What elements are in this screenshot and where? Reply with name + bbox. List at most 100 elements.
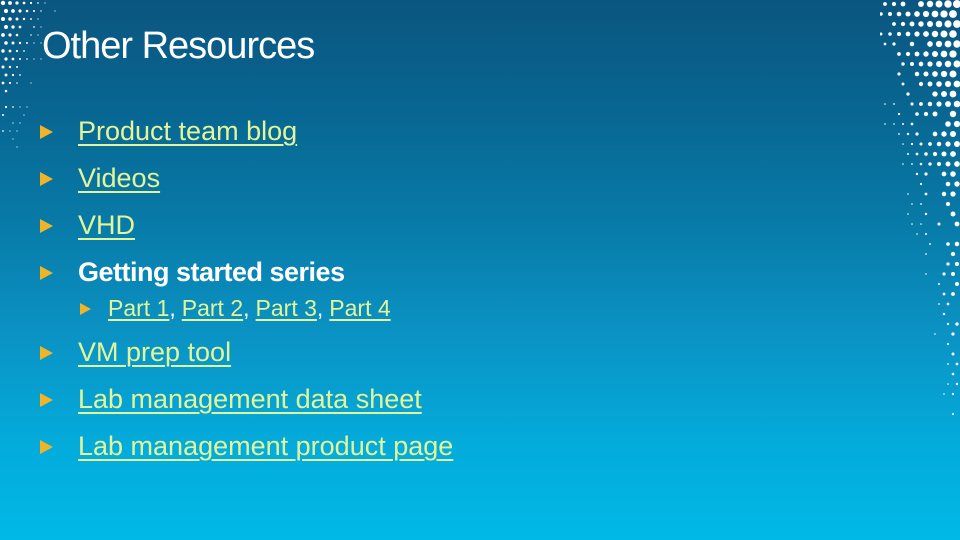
- halftone-dot: [11, 25, 15, 29]
- lab-management-product-page-link[interactable]: Lab management product page: [78, 429, 453, 463]
- halftone-dot: [16, 82, 18, 84]
- halftone-dot: [887, 11, 893, 17]
- halftone-dot: [935, 0, 943, 8]
- halftone-dot: [1, 33, 5, 37]
- halftone-dot: [936, 161, 942, 167]
- halftone-dot: [914, 71, 920, 77]
- product-team-blog-link[interactable]: Product team blog: [78, 114, 297, 148]
- vm-prep-tool-link[interactable]: VM prep tool: [78, 335, 231, 369]
- halftone-dot: [4, 105, 8, 109]
- part-2-link[interactable]: Part 2: [182, 295, 243, 321]
- halftone-dot: [946, 242, 950, 246]
- halftone-dot: [883, 42, 887, 46]
- halftone-dot: [4, 89, 8, 93]
- halftone-dot: [938, 303, 940, 305]
- halftone-dot: [30, 18, 32, 20]
- part-4-link[interactable]: Part 4: [329, 295, 390, 321]
- halftone-dot: [924, 152, 928, 156]
- halftone-dot: [891, 1, 897, 7]
- halftone-dot: [945, 141, 951, 147]
- halftone-dot: [954, 181, 960, 187]
- halftone-dot: [951, 352, 955, 356]
- halftone-dot: [944, 60, 952, 68]
- halftone-dot: [926, 0, 934, 8]
- halftone-dot: [950, 191, 956, 197]
- halftone-dot: [950, 251, 956, 257]
- halftone-dot: [909, 61, 915, 67]
- halftone-dot: [905, 51, 911, 57]
- halftone-dot: [22, 1, 26, 5]
- halftone-dot: [896, 31, 902, 37]
- halftone-dot: [901, 62, 905, 66]
- vhd-link[interactable]: VHD: [78, 208, 135, 242]
- halftone-dot: [953, 60, 960, 68]
- halftone-dot: [19, 122, 21, 124]
- halftone-dot: [33, 26, 35, 28]
- halftone-dot: [923, 51, 929, 57]
- halftone-dot: [914, 11, 920, 17]
- lab-management-data-sheet-link[interactable]: Lab management data sheet: [78, 382, 422, 416]
- part-1-link[interactable]: Part 1: [108, 295, 169, 321]
- triangle-bullet-icon: [40, 219, 53, 233]
- halftone-dot: [884, 123, 886, 125]
- triangle-bullet-icon: [40, 266, 53, 280]
- halftone-dot: [3, 8, 9, 14]
- halftone-dot: [4, 57, 8, 61]
- halftone-dot: [955, 362, 959, 366]
- halftone-dot: [1, 49, 5, 53]
- halftone-dot: [951, 392, 955, 396]
- halftone-dot: [919, 102, 923, 106]
- halftone-dot: [942, 292, 946, 296]
- halftone-dot: [915, 152, 919, 156]
- halftone-dot: [927, 81, 933, 87]
- halftone-dot: [25, 9, 29, 13]
- halftone-dot: [915, 112, 919, 116]
- halftone-dot: [949, 70, 957, 78]
- halftone-dot: [915, 172, 919, 176]
- halftone-dot: [4, 41, 8, 45]
- halftone-dot: [29, 1, 33, 5]
- halftone-dot: [919, 182, 923, 186]
- halftone-dot: [954, 241, 960, 247]
- halftone-dot: [9, 130, 11, 132]
- videos-link[interactable]: Videos: [78, 161, 160, 195]
- halftone-dot: [906, 132, 910, 136]
- halftone-dot: [954, 161, 960, 167]
- halftone-dot: [906, 152, 910, 156]
- halftone-dot: [923, 31, 929, 37]
- halftone-dot: [1, 81, 5, 85]
- halftone-dot: [951, 292, 955, 296]
- halftone-dot: [924, 212, 928, 216]
- halftone-dot: [911, 163, 913, 165]
- halftone-dot: [954, 141, 960, 147]
- halftone-dot: [949, 30, 957, 38]
- halftone-dot: [924, 172, 928, 176]
- halftone-dot: [918, 21, 924, 27]
- halftone-dot: [910, 142, 914, 146]
- halftone-dot: [8, 49, 12, 53]
- halftone-dot: [901, 82, 905, 86]
- part-3-link[interactable]: Part 3: [256, 295, 317, 321]
- halftone-dot: [910, 102, 914, 106]
- halftone-dot: [15, 49, 19, 53]
- halftone-dot: [15, 1, 19, 5]
- halftone-dot: [26, 58, 28, 60]
- halftone-dot: [37, 34, 39, 36]
- halftone-dot: [18, 41, 22, 45]
- halftone-dot: [944, 20, 952, 28]
- triangle-bullet-icon: [40, 346, 53, 360]
- halftone-dot: [18, 25, 22, 29]
- triangle-bullet-icon: [40, 440, 53, 454]
- halftone-dot: [935, 20, 943, 28]
- halftone-dot: [892, 22, 896, 26]
- halftone-dot: [940, 70, 948, 78]
- halftone-dot: [902, 143, 904, 145]
- halftone-dots-right-icon: [880, 0, 960, 416]
- halftone-dot: [32, 9, 36, 13]
- halftone-dot: [23, 114, 25, 116]
- parts-links: Part 1, Part 2, Part 3, Part 4: [108, 294, 391, 322]
- halftone-dot: [931, 50, 939, 58]
- halftone-dot: [897, 52, 901, 56]
- halftone-dot: [12, 122, 14, 124]
- halftone-dot: [26, 106, 28, 108]
